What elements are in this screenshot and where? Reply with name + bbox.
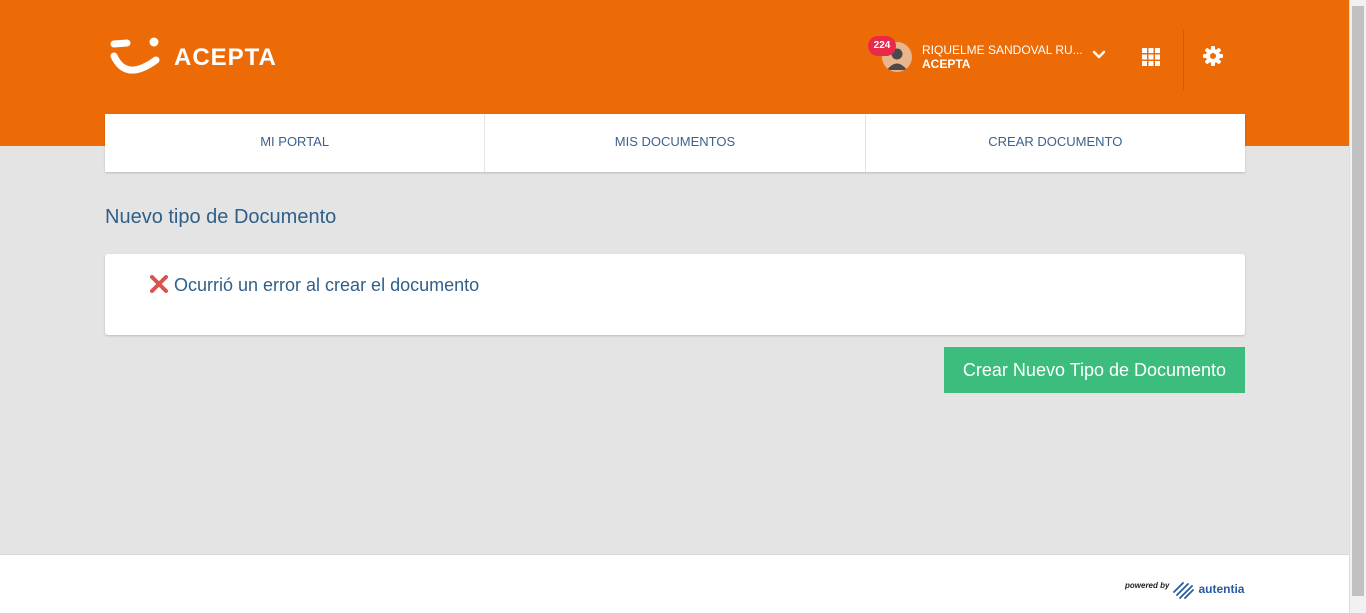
footer: powered by autentia (0, 554, 1349, 613)
brand-name: ACEPTA (174, 44, 277, 71)
chevron-down-icon[interactable] (1092, 50, 1106, 60)
smile-logo-icon (110, 37, 160, 74)
error-message: Ocurrió un error al crear el documento (174, 275, 480, 295)
notification-badge[interactable]: 224 (868, 36, 896, 56)
vertical-scrollbar[interactable] (1349, 0, 1366, 613)
error-panel: Ocurrió un error al crear el documento (105, 254, 1245, 335)
nav-item-mi-portal[interactable]: MI PORTAL (105, 114, 486, 172)
nav-item-crear-documento[interactable]: CREAR DOCUMENTO (866, 114, 1245, 172)
user-menu[interactable]: 224 RIQUELME SANDOVAL RU... ACEPTA (868, 36, 1108, 76)
user-name: RIQUELME SANDOVAL RU... (922, 43, 1083, 57)
autentia-logo-icon (1173, 582, 1195, 599)
gear-icon[interactable] (1203, 46, 1223, 66)
user-organization: ACEPTA (922, 57, 971, 71)
create-document-type-button[interactable]: Crear Nuevo Tipo de Documento (944, 347, 1245, 393)
x-mark-icon (150, 275, 168, 293)
main-navigation: MI PORTAL MIS DOCUMENTOS CREAR DOCUMENTO (105, 114, 1245, 172)
scrollbar-thumb[interactable] (1352, 6, 1364, 596)
header-divider (1183, 30, 1184, 90)
nav-item-mis-documentos[interactable]: MIS DOCUMENTOS (485, 114, 866, 172)
autentia-name: autentia (1198, 582, 1245, 596)
powered-by-logo[interactable]: powered by autentia (1125, 579, 1244, 599)
page-title: Nuevo tipo de Documento (105, 206, 337, 228)
powered-by-label: powered by (1125, 580, 1170, 590)
brand-logo[interactable]: ACEPTA (110, 34, 277, 80)
grid-apps-icon[interactable] (1142, 48, 1160, 66)
